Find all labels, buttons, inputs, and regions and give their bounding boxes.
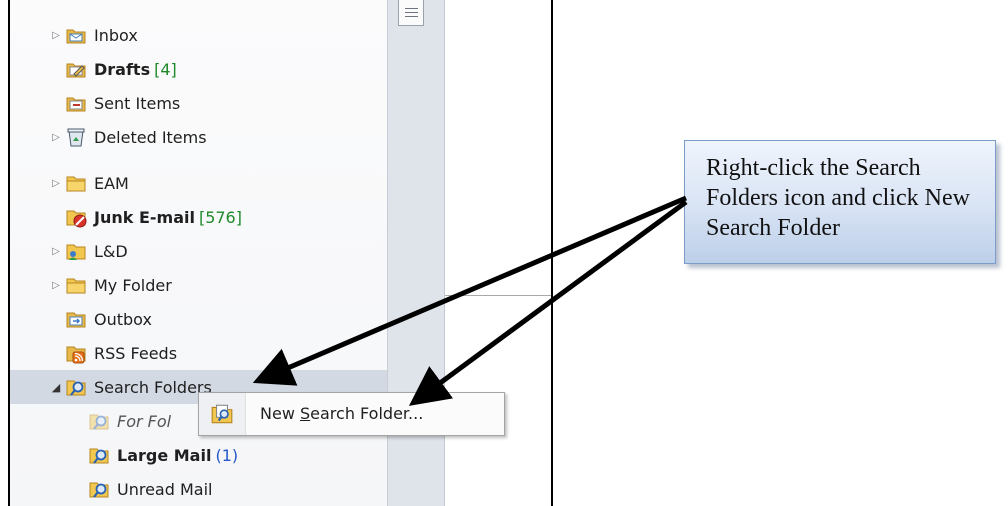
outlook-window-crop: ▷ Inbox Drafts [4] Sent Items ▷ Deleted …	[8, 0, 553, 506]
junk-folder-icon	[66, 210, 87, 228]
inbox-folder-icon	[66, 29, 86, 44]
shared-folder-icon	[66, 244, 86, 260]
unread-count: [576]	[198, 207, 242, 227]
folder-large-mail[interactable]: Large Mail (1)	[10, 438, 387, 472]
expand-arrow-icon[interactable]: ▷	[50, 30, 62, 41]
rss-folder-icon	[66, 346, 86, 364]
folder-inbox[interactable]: ▷ Inbox	[10, 18, 387, 52]
unread-count: (1)	[215, 445, 239, 465]
context-menu-icon-gutter	[199, 393, 246, 435]
search-folder-icon	[89, 414, 109, 430]
new-search-folder-icon	[211, 404, 233, 424]
instruction-callout: Right-click the Search Folders icon and …	[684, 140, 996, 264]
trash-icon	[67, 128, 85, 147]
folder-label: L&D	[94, 241, 128, 261]
folder-label: Unread Mail	[117, 479, 213, 499]
expand-arrow-icon[interactable]: ▷	[50, 280, 62, 291]
folder-rss-feeds[interactable]: RSS Feeds	[10, 336, 387, 370]
folder-unread-mail[interactable]: Unread Mail	[10, 472, 387, 506]
folder-label: Drafts [4]	[94, 59, 177, 79]
folder-eam[interactable]: ▷ EAM	[10, 166, 387, 200]
collapse-arrow-icon[interactable]: ◢	[50, 381, 62, 394]
folder-label: Search Folders	[94, 377, 212, 397]
folder-icon	[66, 176, 86, 192]
folder-label: Large Mail (1)	[117, 445, 239, 465]
drafts-folder-icon	[66, 63, 86, 78]
folder-my-folder[interactable]: ▷ My Folder	[10, 268, 387, 302]
unread-count: [4]	[154, 59, 177, 79]
folder-drafts[interactable]: Drafts [4]	[10, 52, 387, 86]
folder-label: For Fol	[117, 411, 172, 431]
outbox-folder-icon	[66, 312, 86, 328]
search-folder-icon	[89, 448, 109, 464]
divider	[445, 295, 551, 296]
folder-outbox[interactable]: Outbox	[10, 302, 387, 336]
folder-label: My Folder	[94, 275, 172, 295]
context-menu: New Search Folder...	[198, 392, 505, 436]
folder-junk-email[interactable]: Junk E-mail [576]	[10, 200, 387, 234]
sent-items-folder-icon	[66, 97, 86, 112]
expand-arrow-icon[interactable]: ▷	[50, 178, 62, 189]
folder-label: EAM	[94, 173, 129, 193]
folder-deleted-items[interactable]: ▷ Deleted Items	[10, 120, 387, 154]
callout-text: Right-click the Search Folders icon and …	[706, 155, 970, 241]
expand-arrow-icon[interactable]: ▷	[50, 132, 62, 143]
menu-item-new-search-folder[interactable]: New Search Folder...	[260, 404, 423, 423]
folder-label: Sent Items	[94, 93, 181, 113]
folder-label: RSS Feeds	[94, 343, 178, 363]
folder-l-and-d[interactable]: ▷ L&D	[10, 234, 387, 268]
expand-arrow-icon[interactable]: ▷	[50, 246, 62, 257]
folder-label: Inbox	[94, 25, 138, 45]
folder-icon	[66, 278, 86, 294]
search-folder-icon	[66, 380, 86, 396]
folder-label: Outbox	[94, 309, 152, 329]
folder-label: Junk E-mail [576]	[94, 207, 242, 227]
folder-sent-items[interactable]: Sent Items	[10, 86, 387, 120]
folder-label: Deleted Items	[94, 127, 207, 147]
search-folder-icon	[89, 482, 109, 498]
minimize-pane-button[interactable]	[398, 0, 424, 26]
